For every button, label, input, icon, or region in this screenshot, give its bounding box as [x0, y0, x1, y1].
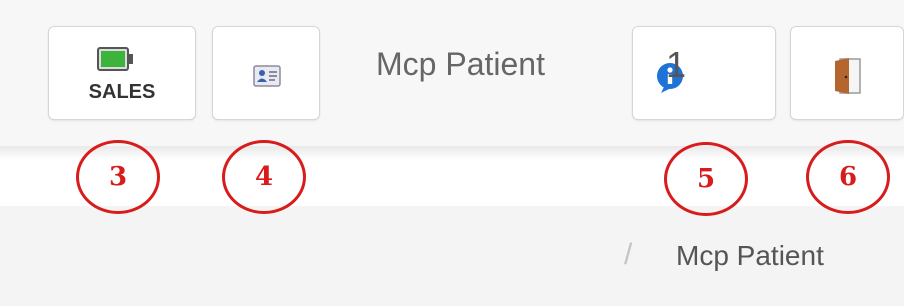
- id-card-icon: [253, 65, 281, 87]
- sales-button[interactable]: SALES: [48, 26, 196, 120]
- sales-button-label: SALES: [88, 81, 156, 103]
- annotation-number: 3: [108, 162, 128, 192]
- breadcrumb-current: Mcp Patient: [676, 240, 824, 271]
- annotation-number: 6: [838, 162, 858, 192]
- annotation-number: 5: [696, 164, 716, 194]
- door-icon: [835, 58, 861, 94]
- annotation-circle: 6: [806, 140, 890, 214]
- battery-icon: [97, 47, 133, 71]
- breadcrumb-separator: /: [624, 238, 633, 271]
- page-title: Mcp Patient: [376, 46, 545, 82]
- notification-count: 1: [666, 44, 687, 85]
- annotation-number: 4: [254, 162, 274, 192]
- annotation-circle: 3: [76, 140, 160, 214]
- contact-card-button[interactable]: [212, 26, 320, 120]
- annotation-circle: 4: [222, 140, 306, 214]
- annotation-circle: 5: [664, 142, 748, 216]
- exit-button[interactable]: [790, 26, 904, 120]
- notifications-button[interactable]: [632, 26, 776, 120]
